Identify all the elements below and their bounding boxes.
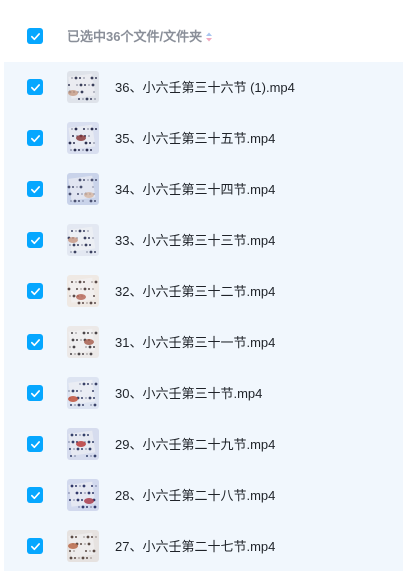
check-icon [30,287,40,295]
check-icon [30,389,40,397]
check-icon [30,185,40,193]
selection-header: 已选中36个文件/文件夹 [0,0,403,65]
file-row[interactable]: 27、小六壬第二十七节.mp4 [4,521,403,571]
video-thumbnail-icon[interactable] [67,428,99,460]
file-list: 36、小六壬第三十六节 (1).mp4 35、小六壬第三十五节.mp4 34、小六壬… [4,62,403,571]
video-thumbnail-icon[interactable] [67,71,99,103]
file-checkbox[interactable] [27,79,43,95]
file-row[interactable]: 32、小六壬第三十二节.mp4 [4,266,403,317]
file-checkbox[interactable] [27,436,43,452]
check-icon [30,440,40,448]
video-thumbnail-icon[interactable] [67,377,99,409]
file-checkbox[interactable] [27,181,43,197]
check-icon [30,236,40,244]
check-icon [30,542,40,550]
file-checkbox[interactable] [27,385,43,401]
file-checkbox[interactable] [27,283,43,299]
file-checkbox[interactable] [27,232,43,248]
sort-arrows-icon[interactable] [201,29,217,45]
file-name[interactable]: 30、小六壬第三十节.mp4 [115,386,262,401]
selection-count-label: 已选中36个文件/文件夹 [67,29,203,44]
file-name[interactable]: 34、小六壬第三十四节.mp4 [115,182,275,197]
video-thumbnail-icon[interactable] [67,530,99,562]
file-name[interactable]: 29、小六壬第二十九节.mp4 [115,437,275,452]
check-icon [30,134,40,142]
file-row[interactable]: 30、小六壬第三十节.mp4 [4,368,403,419]
select-all-checkbox[interactable] [27,28,43,44]
file-checkbox[interactable] [27,334,43,350]
file-name[interactable]: 31、小六壬第三十一节.mp4 [115,335,275,350]
file-name[interactable]: 32、小六壬第三十二节.mp4 [115,284,275,299]
video-thumbnail-icon[interactable] [67,275,99,307]
video-thumbnail-icon[interactable] [67,479,99,511]
file-name[interactable]: 35、小六壬第三十五节.mp4 [115,131,275,146]
file-row[interactable]: 35、小六壬第三十五节.mp4 [4,113,403,164]
video-thumbnail-icon[interactable] [67,326,99,358]
file-row[interactable]: 28、小六壬第二十八节.mp4 [4,470,403,521]
file-row[interactable]: 34、小六壬第三十四节.mp4 [4,164,403,215]
file-name[interactable]: 27、小六壬第二十七节.mp4 [115,539,275,554]
file-row[interactable]: 36、小六壬第三十六节 (1).mp4 [4,62,403,113]
check-icon [30,32,40,40]
video-thumbnail-icon[interactable] [67,173,99,205]
video-thumbnail-icon[interactable] [67,224,99,256]
file-row[interactable]: 31、小六壬第三十一节.mp4 [4,317,403,368]
file-name[interactable]: 33、小六壬第三十三节.mp4 [115,233,275,248]
file-checkbox[interactable] [27,538,43,554]
video-thumbnail-icon[interactable] [67,122,99,154]
file-name[interactable]: 28、小六壬第二十八节.mp4 [115,488,275,503]
file-checkbox[interactable] [27,487,43,503]
file-row[interactable]: 29、小六壬第二十九节.mp4 [4,419,403,470]
check-icon [30,83,40,91]
file-checkbox[interactable] [27,130,43,146]
check-icon [30,491,40,499]
check-icon [30,338,40,346]
file-row[interactable]: 33、小六壬第三十三节.mp4 [4,215,403,266]
file-name[interactable]: 36、小六壬第三十六节 (1).mp4 [115,80,295,95]
